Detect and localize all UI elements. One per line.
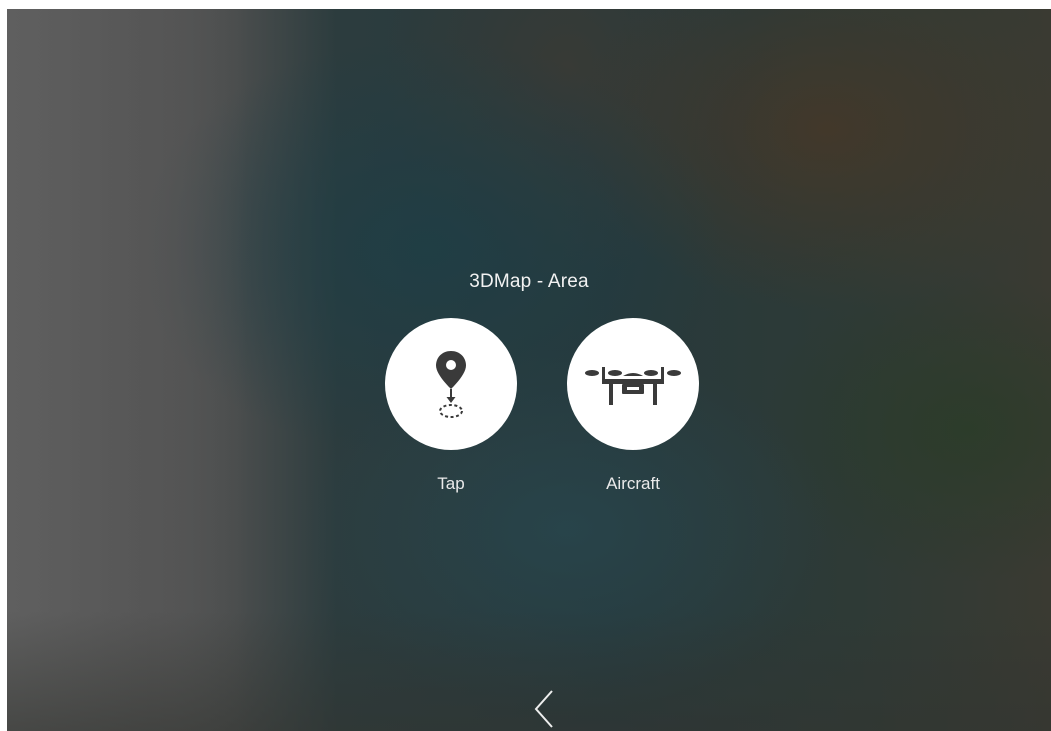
- aircraft-button[interactable]: [567, 318, 699, 450]
- map-pin-tap-icon: [436, 351, 466, 418]
- aircraft-label: Aircraft: [606, 474, 660, 493]
- tap-label: Tap: [437, 474, 465, 493]
- dialog-title: 3DMap - Area: [469, 271, 589, 292]
- drone-icon: [585, 367, 681, 405]
- tap-option[interactable]: Tap: [384, 318, 518, 494]
- aircraft-option[interactable]: Aircraft: [566, 318, 700, 494]
- back-button[interactable]: [525, 689, 565, 731]
- map-background: 3DMap - Area Tap Aircraft: [7, 9, 1051, 731]
- tap-button[interactable]: [385, 318, 517, 450]
- chevron-left-icon: [534, 690, 553, 728]
